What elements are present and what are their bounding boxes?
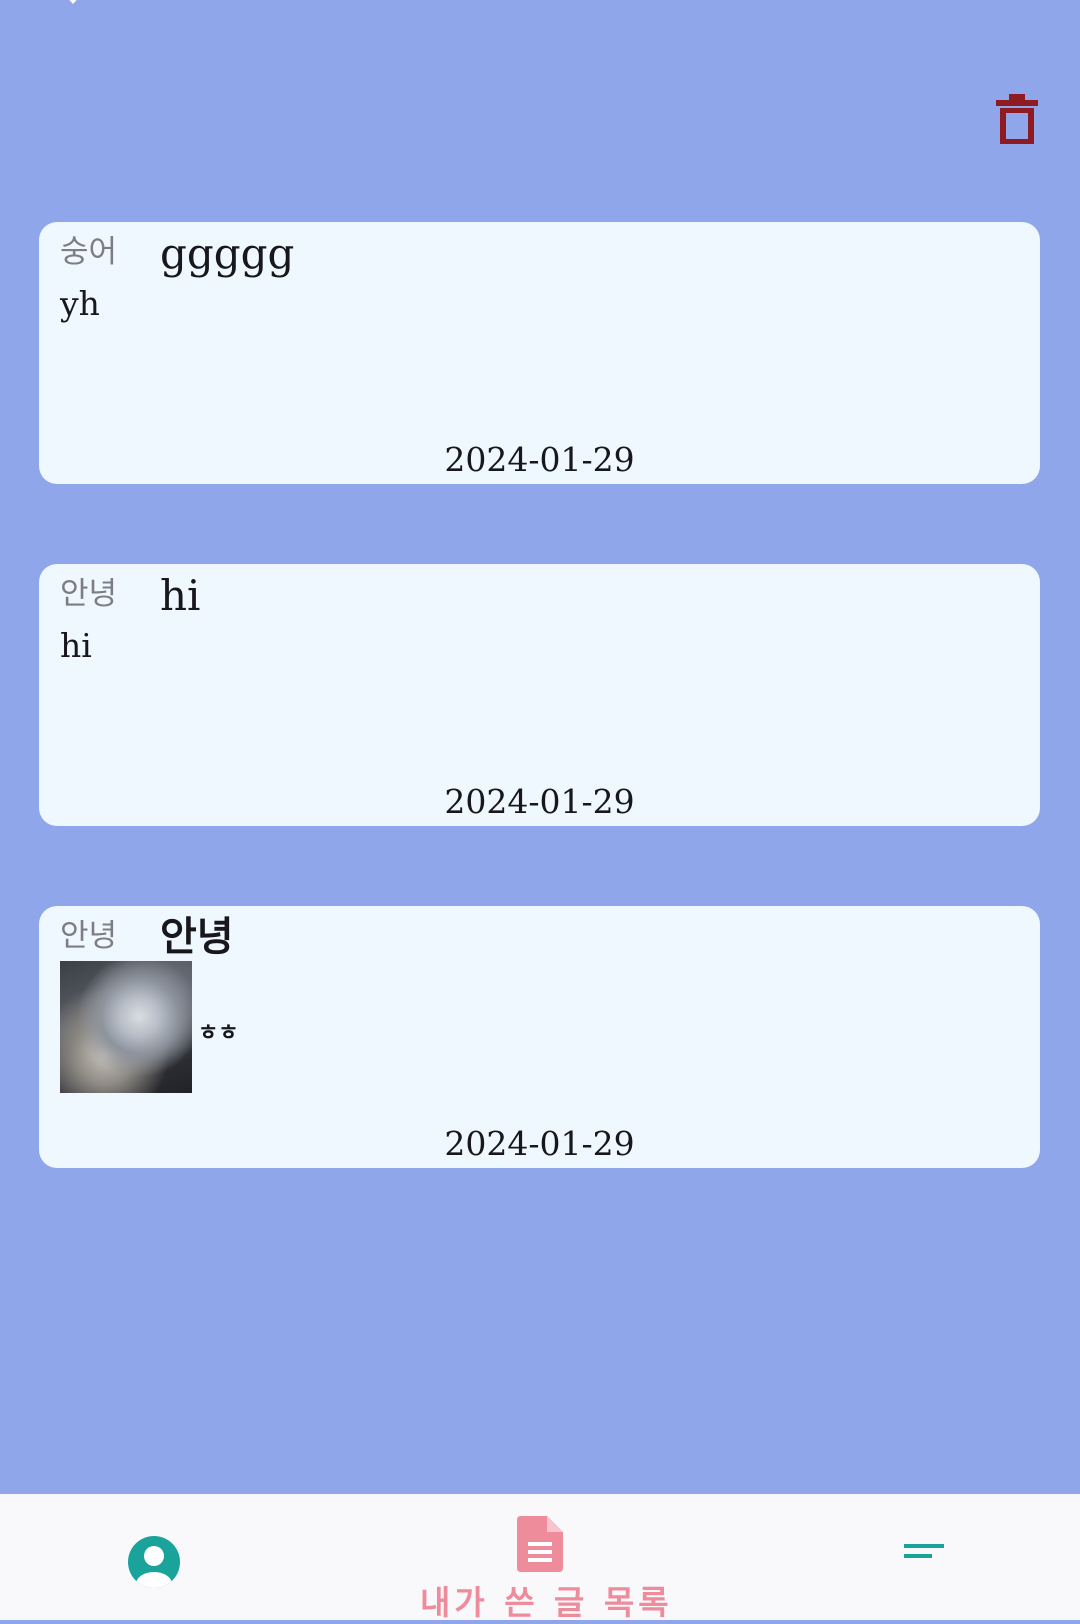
post-thumbnail[interactable]: [60, 961, 192, 1093]
nav-my-posts-tab[interactable]: 내가 쓴 글 목록: [420, 1516, 669, 1622]
post-list: 숭어 ggggg yh 2024-01-29 안녕 hi hi 2024-01-…: [39, 222, 1040, 1248]
post-card[interactable]: 안녕 안녕 ㅎㅎ 2024-01-29: [39, 906, 1040, 1168]
trash-icon: [996, 94, 1038, 144]
post-date: 2024-01-29: [444, 782, 635, 821]
bottom-navigation: 내가 쓴 글 목록: [0, 1494, 1080, 1622]
post-author: 안녕: [60, 918, 118, 954]
post-author: 안녕: [60, 576, 118, 612]
post-body: yh: [60, 284, 100, 323]
post-body-row: ㅎㅎ: [60, 961, 238, 1093]
menu-icon: [904, 1544, 944, 1558]
delete-button[interactable]: [992, 90, 1042, 150]
nav-menu-button[interactable]: [898, 1540, 948, 1570]
profile-icon: [128, 1536, 180, 1588]
post-date: 2024-01-29: [444, 440, 635, 479]
nav-my-posts-label: 내가 쓴 글 목록: [420, 1583, 673, 1622]
post-card[interactable]: 안녕 hi hi 2024-01-29: [39, 564, 1040, 826]
post-date: 2024-01-29: [444, 1124, 635, 1163]
post-author: 숭어: [60, 234, 118, 270]
status-bar-indicator: [64, 0, 82, 4]
post-title: ggggg: [160, 229, 295, 278]
nav-profile-button[interactable]: [126, 1534, 182, 1590]
document-icon: [517, 1516, 563, 1572]
post-body: ㅎㅎ: [198, 1021, 239, 1046]
post-title: 안녕: [160, 914, 234, 960]
post-title: hi: [160, 571, 201, 620]
post-body: hi: [60, 626, 92, 665]
post-card[interactable]: 숭어 ggggg yh 2024-01-29: [39, 222, 1040, 484]
